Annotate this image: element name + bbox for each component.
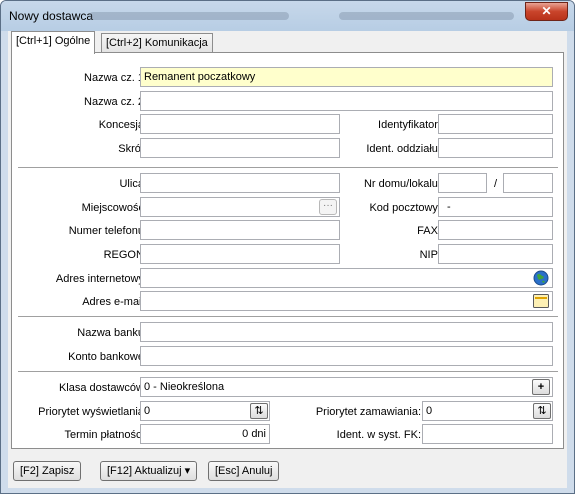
email-input[interactable] — [140, 291, 553, 311]
section-divider — [18, 371, 558, 372]
bank-input[interactable] — [140, 322, 553, 342]
email-label: Adres e-mail: — [82, 296, 147, 308]
nr-domu-input[interactable] — [438, 173, 487, 193]
ulica-input[interactable] — [140, 173, 340, 193]
nazwa1-label: Nazwa cz. 1: — [84, 72, 147, 84]
tab-komunikacja[interactable]: [Ctrl+2] Komunikacja — [101, 33, 213, 53]
blurred-title-text — [89, 12, 289, 20]
miejscowosc-label: Miejscowość: — [81, 202, 147, 214]
mail-icon[interactable] — [533, 294, 549, 308]
blurred-title-text — [339, 12, 514, 20]
kod-pocztowy-input[interactable]: - — [438, 197, 553, 217]
ident-oddzialu-label: Ident. oddziału: — [366, 143, 441, 155]
nazwa1-input[interactable]: Remanent poczatkowy — [140, 67, 553, 87]
regon-input[interactable] — [140, 244, 340, 264]
zapisz-button[interactable]: [F2] Zapisz — [13, 461, 82, 481]
ident-fk-input[interactable] — [422, 424, 553, 444]
www-label: Adres internetowy: — [55, 273, 147, 285]
konto-input[interactable] — [140, 346, 553, 366]
title-bar[interactable]: Nowy dostawca ✕ — [1, 1, 574, 31]
nr-lokalu-separator: / — [494, 178, 498, 190]
nazwa2-input[interactable] — [140, 91, 553, 111]
telefon-input[interactable] — [140, 220, 340, 240]
ident-fk-label: Ident. w syst. FK: — [336, 429, 421, 441]
miejscowosc-input[interactable] — [140, 197, 340, 217]
nr-lokalu-input[interactable] — [503, 173, 553, 193]
prio-wysw-stepper[interactable]: ⇅ — [250, 403, 268, 419]
identyfikator-input[interactable] — [438, 114, 553, 134]
ident-oddzialu-input[interactable] — [438, 138, 553, 158]
termin-input[interactable]: 0 dni — [140, 424, 270, 444]
dialog-window: Nowy dostawca ✕ [Ctrl+1] Ogólne [Ctrl+2]… — [0, 0, 575, 494]
globe-icon[interactable] — [533, 270, 549, 286]
prio-zam-label: Priorytet zamawiania: — [315, 406, 421, 418]
prio-zam-stepper[interactable]: ⇅ — [533, 403, 551, 419]
skrot-input[interactable] — [140, 138, 340, 158]
klasa-label: Klasa dostawców: — [58, 382, 147, 394]
nazwa2-label: Nazwa cz. 2: — [84, 96, 147, 108]
anuluj-button[interactable]: [Esc] Anuluj — [208, 461, 280, 481]
prio-wysw-label: Priorytet wyświetlania: — [38, 406, 147, 418]
telefon-label: Numer telefonu: — [68, 225, 147, 237]
klasa-add-button[interactable]: + — [532, 379, 550, 395]
tab-ogolne[interactable]: [Ctrl+1] Ogólne — [11, 31, 96, 54]
tab-panel-ogolne: Nazwa cz. 1: Remanent poczatkowy Nazwa c… — [11, 52, 564, 449]
dialog-body: [Ctrl+1] Ogólne [Ctrl+2] Komunikacja Naz… — [8, 31, 567, 488]
identyfikator-label: Identyfikator: — [378, 119, 441, 131]
aktualizuj-dropdown-button[interactable]: [F12] Aktualizuj ▾ — [100, 461, 198, 481]
section-divider — [18, 316, 558, 317]
konto-label: Konto bankowe: — [68, 351, 147, 363]
fax-input[interactable] — [438, 220, 553, 240]
miejscowosc-browse-button[interactable]: ··· — [319, 199, 337, 215]
window-title: Nowy dostawca — [9, 9, 94, 23]
nr-domu-label: Nr domu/lokalu: — [363, 178, 441, 190]
koncesja-input[interactable] — [140, 114, 340, 134]
section-divider — [18, 167, 558, 168]
kod-pocztowy-label: Kod pocztowy: — [369, 202, 441, 214]
klasa-select[interactable]: 0 - Nieokreślona — [140, 377, 553, 397]
nip-input[interactable] — [438, 244, 553, 264]
close-button[interactable]: ✕ — [525, 2, 568, 21]
bank-label: Nazwa banku: — [77, 327, 147, 339]
www-input[interactable] — [140, 268, 553, 288]
termin-label: Termin płatności: — [64, 429, 147, 441]
